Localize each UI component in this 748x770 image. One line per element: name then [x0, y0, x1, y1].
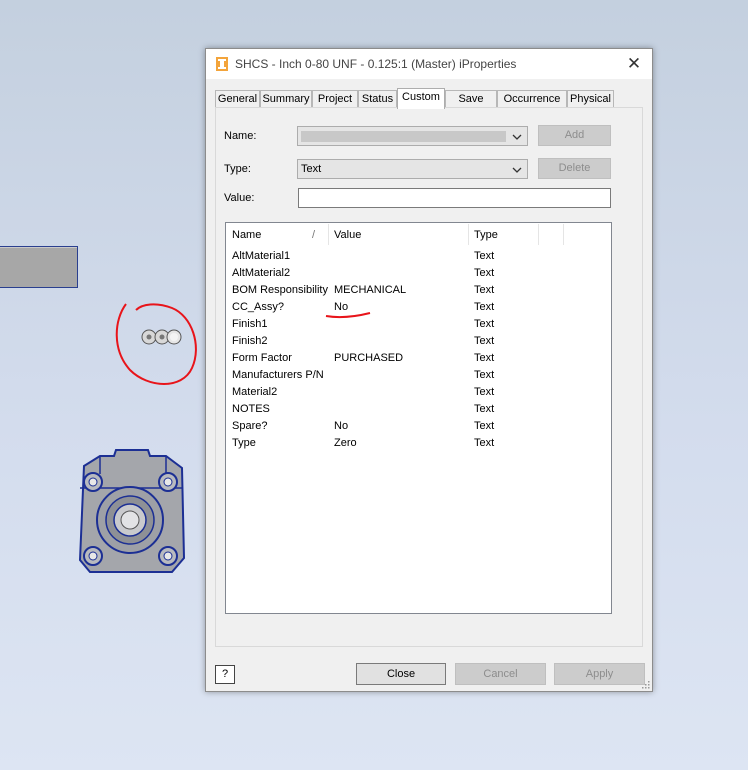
type-combobox[interactable]: Text	[297, 159, 528, 179]
cell-type: Text	[474, 352, 495, 364]
add-button[interactable]: Add	[538, 125, 611, 146]
table-row[interactable]: Material2 Text	[226, 386, 611, 403]
tab-summary[interactable]: Summary	[260, 90, 312, 107]
column-header-value[interactable]: Value	[334, 229, 361, 241]
value-label: Value:	[224, 192, 255, 204]
tab-occurrence[interactable]: Occurrence	[497, 90, 567, 107]
red-annotation-circle	[115, 303, 197, 385]
cell-type: Text	[474, 250, 495, 262]
column-separator[interactable]	[468, 224, 469, 245]
table-row[interactable]: Finish2 Text	[226, 335, 611, 352]
dialog-titlebar[interactable]: SHCS - Inch 0-80 UNF - 0.125:1 (Master) …	[206, 49, 652, 79]
tab-status[interactable]: Status	[358, 90, 397, 107]
column-separator[interactable]	[328, 224, 329, 245]
cell-type: Text	[474, 301, 495, 313]
cell-type: Text	[474, 318, 495, 330]
column-separator[interactable]	[538, 224, 539, 245]
name-label: Name:	[224, 130, 257, 142]
tab-save[interactable]: Save	[445, 90, 497, 107]
screw-heads-icon[interactable]	[141, 329, 182, 345]
close-button[interactable]: Close	[356, 663, 446, 685]
table-row[interactable]: Spare? No Text	[226, 420, 611, 437]
dialog-title: SHCS - Inch 0-80 UNF - 0.125:1 (Master) …	[235, 57, 517, 71]
chevron-down-icon[interactable]	[511, 132, 523, 142]
cell-name: AltMaterial1	[232, 250, 291, 262]
cad-part-bar	[0, 246, 78, 288]
cell-type: Text	[474, 403, 495, 415]
table-row[interactable]: CC_Assy? No Text	[226, 301, 611, 318]
table-row[interactable]: Type Zero Text	[226, 437, 611, 454]
cell-name: Finish1	[232, 318, 268, 330]
custom-properties-list[interactable]: Name / Value Type AltMaterial1 Text AltMat…	[225, 222, 612, 614]
cell-name: Spare?	[232, 420, 268, 432]
cell-type: Text	[474, 284, 495, 296]
tab-custom[interactable]: Custom	[397, 88, 445, 109]
cell-name: AltMaterial2	[232, 267, 291, 279]
cell-name: Finish2	[232, 335, 268, 347]
cancel-button[interactable]: Cancel	[455, 663, 546, 685]
custom-tab-page: Name: Add Type: Text Delete Value: Name …	[215, 107, 643, 647]
tab-project[interactable]: Project	[312, 90, 358, 107]
cell-value: No	[334, 420, 349, 432]
sort-indicator-icon: /	[312, 229, 316, 241]
help-icon[interactable]: ?	[215, 665, 235, 684]
cell-name: Type	[232, 437, 256, 449]
name-combobox[interactable]	[297, 126, 528, 146]
cell-name: Form Factor	[232, 352, 292, 364]
table-row[interactable]: BOM Responsibility MECHANICAL Text	[226, 284, 611, 301]
tab-physical[interactable]: Physical	[567, 90, 614, 107]
cell-name: Material2	[232, 386, 278, 398]
cell-value: PURCHASED	[334, 352, 404, 364]
cell-type: Text	[474, 437, 495, 449]
table-row[interactable]: Form Factor PURCHASED Text	[226, 352, 611, 369]
tab-general[interactable]: General	[215, 90, 260, 107]
delete-button[interactable]: Delete	[538, 158, 611, 179]
value-input[interactable]	[298, 188, 611, 208]
cell-name: CC_Assy?	[232, 301, 284, 313]
column-separator[interactable]	[563, 224, 564, 245]
name-combobox-fill	[301, 131, 506, 142]
table-row[interactable]: NOTES Text	[226, 403, 611, 420]
cell-name: Manufacturers P/N	[232, 369, 324, 381]
cylinder-part-3d[interactable]	[76, 448, 186, 578]
apply-button[interactable]: Apply	[554, 663, 645, 685]
table-row[interactable]: AltMaterial2 Text	[226, 267, 611, 284]
cell-name: BOM Responsibility	[232, 284, 328, 296]
column-header-type[interactable]: Type	[474, 229, 498, 241]
cell-type: Text	[474, 335, 495, 347]
cell-name: NOTES	[232, 403, 270, 415]
table-row[interactable]: Finish1 Text	[226, 318, 611, 335]
table-row[interactable]: AltMaterial1 Text	[226, 250, 611, 267]
cell-type: Text	[474, 420, 495, 432]
red-underline-annotation	[325, 312, 371, 318]
column-header-name[interactable]: Name	[232, 229, 261, 241]
cell-type: Text	[474, 267, 495, 279]
close-icon[interactable]: ✕	[622, 53, 646, 75]
cell-value: Zero	[334, 437, 357, 449]
type-label: Type:	[224, 163, 251, 175]
cell-type: Text	[474, 369, 495, 381]
resize-grip-icon[interactable]	[641, 680, 650, 689]
cell-value: MECHANICAL	[334, 284, 407, 296]
chevron-down-icon[interactable]	[511, 165, 523, 175]
cell-type: Text	[474, 386, 495, 398]
table-row[interactable]: Manufacturers P/N Text	[226, 369, 611, 386]
inventor-iproperties-icon	[216, 57, 228, 71]
type-combobox-value: Text	[301, 163, 322, 175]
iproperties-dialog: SHCS - Inch 0-80 UNF - 0.125:1 (Master) …	[205, 48, 653, 692]
